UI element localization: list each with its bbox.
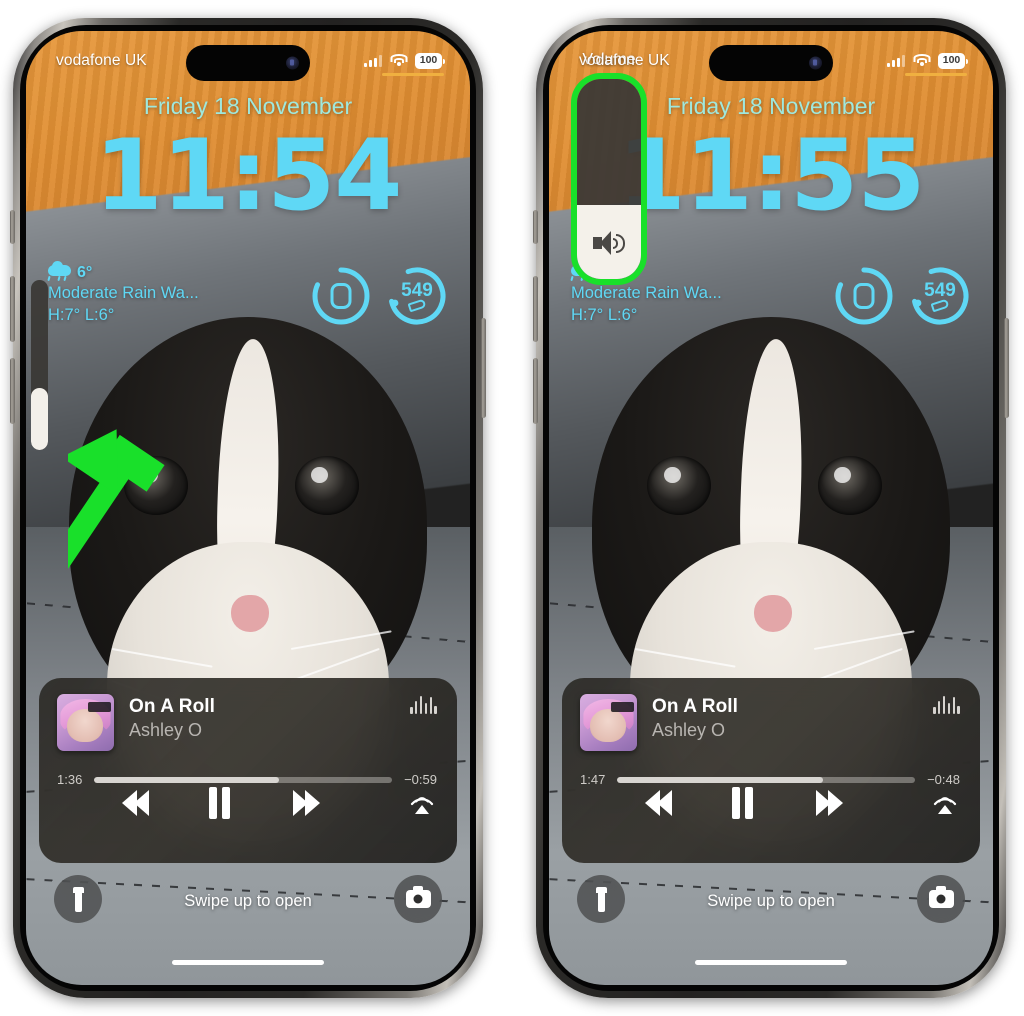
wifi-icon (913, 54, 930, 67)
progress-fill (94, 776, 279, 783)
elapsed-time: 1:47 (580, 772, 606, 787)
front-camera-icon (809, 56, 822, 70)
weather-condition: Moderate Rain Wa... (48, 284, 199, 303)
battery-icon: 100 (938, 53, 965, 69)
airplay-icon[interactable] (930, 788, 960, 818)
track-artist: Ashley O (129, 720, 203, 740)
lock-screen: Friday 18 November 11:55 6° Moderate Rai… (549, 31, 993, 985)
watch-icon (330, 283, 352, 309)
dynamic-island (186, 45, 310, 81)
weather-condition: Moderate Rain Wa... (571, 284, 722, 303)
steps-widget[interactable]: 549 (909, 265, 971, 327)
now-playing-widget[interactable]: On A Roll Ashley O 1:36 −0:59 (39, 678, 457, 863)
volume-down-button[interactable] (10, 358, 15, 424)
watch-battery-widget[interactable] (310, 265, 372, 327)
battery-icon: 100 (415, 53, 442, 69)
steps-value: 549 (924, 280, 956, 301)
track-artist: Ashley O (652, 720, 726, 740)
charging-indicator-line (382, 73, 444, 76)
equalizer-icon (932, 694, 960, 714)
charging-indicator-line (905, 73, 967, 76)
rewind-icon[interactable] (644, 790, 672, 816)
power-button[interactable] (1004, 318, 1009, 418)
weather-high-low: H:7° L:6° (48, 305, 115, 324)
ring-silent-switch[interactable] (10, 210, 15, 244)
airplay-icon[interactable] (407, 788, 437, 818)
swipe-hint: Swipe up to open (184, 892, 312, 910)
progress-fill (617, 776, 823, 783)
lock-clock: 11:54 (94, 119, 403, 233)
phone-left: vodafone UK 100 Friday 18 November 11:54 (10, 18, 486, 998)
pause-icon[interactable] (732, 787, 753, 819)
elapsed-time: 1:36 (57, 772, 83, 787)
track-title: On A Roll (652, 696, 739, 717)
cellular-bars-icon (364, 54, 382, 67)
playback-scrubber[interactable]: 1:36 −0:59 (57, 772, 437, 787)
cellular-bars-icon (887, 54, 905, 67)
album-artwork (580, 694, 637, 751)
remaining-time: −0:48 (927, 772, 960, 787)
playback-scrubber[interactable]: 1:47 −0:48 (580, 772, 960, 787)
volume-hud-track[interactable] (577, 79, 641, 279)
phone-screen[interactable]: vodafone UK 100 Friday 18 November 11:55 (549, 31, 993, 985)
steps-value: 549 (401, 280, 433, 301)
carrier-label: vodafone UK (56, 52, 147, 69)
rewind-icon[interactable] (121, 790, 149, 816)
speaker-wave-icon (593, 231, 625, 255)
rain-cloud-icon (47, 261, 71, 282)
dynamic-island (709, 45, 833, 81)
lock-date: Friday 18 November (143, 93, 353, 119)
weather-high-low: H:7° L:6° (571, 305, 638, 324)
now-playing-widget[interactable]: On A Roll Ashley O 1:47 −0:48 (562, 678, 980, 863)
carrier-label: vodafone UK (579, 52, 670, 69)
steps-widget[interactable]: 549 (386, 265, 448, 327)
swipe-hint: Swipe up to open (707, 892, 835, 910)
fast-forward-icon[interactable] (815, 790, 843, 816)
watch-battery-widget[interactable] (833, 265, 895, 327)
power-button[interactable] (481, 318, 486, 418)
watch-icon (853, 283, 875, 309)
weather-temperature: 6° (77, 264, 93, 281)
weather-widget[interactable]: 6° Moderate Rain Wa... H:7° L:6° (47, 261, 310, 326)
fast-forward-icon[interactable] (292, 790, 320, 816)
wifi-icon (390, 54, 407, 67)
remaining-time: −0:59 (404, 772, 437, 787)
volume-level-bar (31, 280, 48, 450)
volume-hud[interactable]: Volume (571, 51, 647, 285)
volume-level-fill (31, 388, 48, 450)
album-artwork (57, 694, 114, 751)
volume-up-button[interactable] (533, 276, 538, 342)
widget-row: 6° Moderate Rain Wa... H:7° L:6° (26, 261, 470, 329)
volume-hud-highlight (571, 73, 647, 285)
track-title: On A Roll (129, 696, 216, 717)
phone-right: vodafone UK 100 Friday 18 November 11:55 (533, 18, 1009, 998)
home-indicator[interactable] (695, 960, 847, 965)
home-indicator[interactable] (172, 960, 324, 965)
equalizer-icon (409, 694, 437, 714)
volume-down-button[interactable] (533, 358, 538, 424)
screenshot-stage: vodafone UK 100 Friday 18 November 11:54 (0, 0, 1024, 1016)
ring-silent-switch[interactable] (533, 210, 538, 244)
volume-up-button[interactable] (10, 276, 15, 342)
annotation-arrow (68, 418, 198, 588)
front-camera-icon (286, 56, 299, 70)
pause-icon[interactable] (209, 787, 230, 819)
